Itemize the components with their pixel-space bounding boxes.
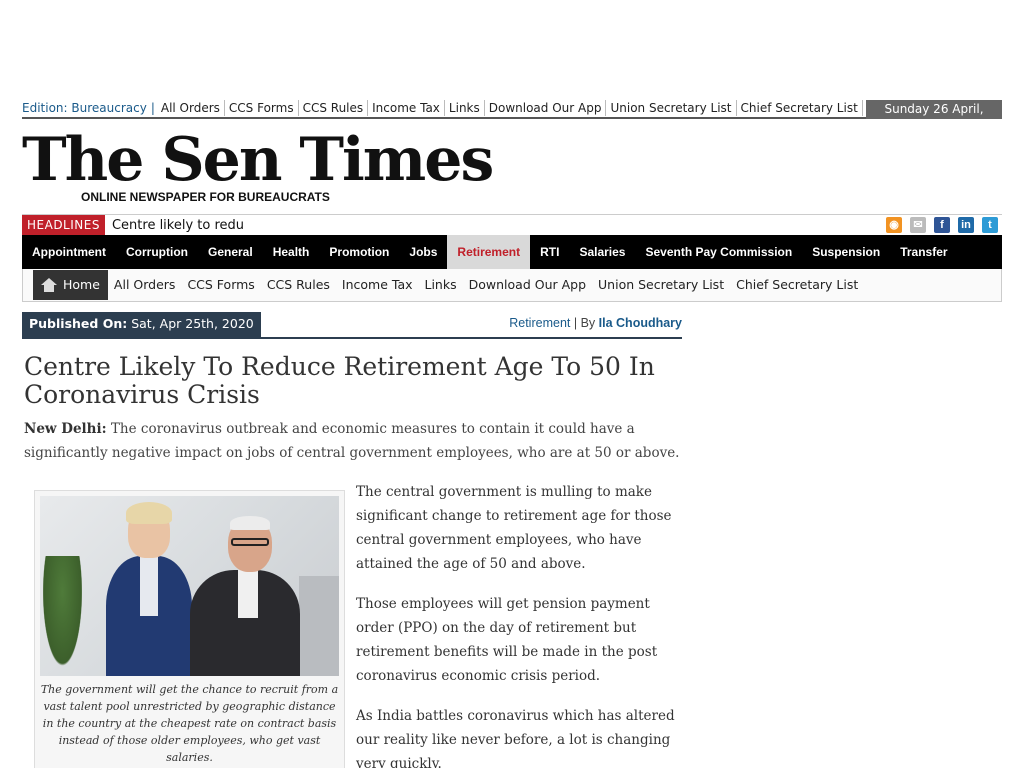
subnav-ccs-forms[interactable]: CCS Forms — [181, 270, 260, 300]
subnav-all-orders[interactable]: All Orders — [108, 270, 182, 300]
top-link-income-tax[interactable]: Income Tax — [368, 100, 445, 116]
rss-icon[interactable]: ◉ — [886, 217, 902, 233]
subnav-chief-secretary[interactable]: Chief Secretary List — [730, 270, 864, 300]
site-logo[interactable]: The Sen Times ONLINE NEWSPAPER FOR BUREA… — [22, 128, 1002, 208]
nav-promotion[interactable]: Promotion — [319, 235, 399, 269]
subnav-home[interactable]: Home — [33, 270, 108, 300]
nav-salaries[interactable]: Salaries — [569, 235, 635, 269]
facebook-icon[interactable]: f — [934, 217, 950, 233]
sub-nav: Home All Orders CCS Forms CCS Rules Inco… — [22, 269, 1002, 302]
home-icon — [41, 278, 57, 292]
article-meta: Published On: Sat, Apr 25th, 2020 Retire… — [22, 312, 682, 339]
article-body: The central government is mulling to mak… — [356, 480, 676, 768]
subnav-ccs-rules[interactable]: CCS Rules — [261, 270, 336, 300]
dateline: New Delhi: — [24, 421, 107, 437]
nav-seventh-pay-commission[interactable]: Seventh Pay Commission — [635, 235, 802, 269]
article-figure: The government will get the chance to re… — [34, 490, 345, 768]
top-link-download-app[interactable]: Download Our App — [485, 100, 607, 116]
site-tagline: ONLINE NEWSPAPER FOR BUREAUCRATS — [81, 190, 330, 204]
body-paragraph: As India battles coronavirus which has a… — [356, 708, 675, 768]
article-lead: New Delhi: The coronavirus outbreak and … — [24, 417, 684, 465]
article-category-link[interactable]: Retirement — [509, 316, 570, 330]
mail-icon[interactable]: ✉ — [910, 217, 926, 233]
nav-suspension[interactable]: Suspension — [802, 235, 890, 269]
nav-transfer[interactable]: Transfer — [890, 235, 957, 269]
nav-health[interactable]: Health — [263, 235, 320, 269]
article-title: Centre Likely To Reduce Retirement Age T… — [24, 352, 655, 409]
nav-retirement[interactable]: Retirement — [447, 235, 531, 269]
article-photo[interactable] — [40, 496, 339, 676]
headlines-bar: HEADLINES Centre likely to redu ◉ ✉ f in… — [22, 214, 1002, 236]
category-author: Retirement | By Ila Choudhary — [509, 316, 682, 337]
top-link-chief-secretary[interactable]: Chief Secretary List — [737, 100, 863, 116]
top-link-union-secretary[interactable]: Union Secretary List — [606, 100, 737, 116]
lead-text: The coronavirus outbreak and economic me… — [24, 421, 680, 461]
twitter-icon[interactable]: t — [982, 217, 998, 233]
top-links-bar: Edition: Bureaucracy | All Orders CCS Fo… — [22, 100, 1002, 135]
subnav-home-label: Home — [63, 277, 100, 292]
nav-appointment[interactable]: Appointment — [22, 235, 116, 269]
top-link-ccs-forms[interactable]: CCS Forms — [225, 100, 299, 116]
body-paragraph: Those employees will get pension payment… — [356, 596, 658, 684]
subnav-download-app[interactable]: Download Our App — [463, 270, 592, 300]
top-link-ccs-rules[interactable]: CCS Rules — [299, 100, 369, 116]
nav-rti[interactable]: RTI — [530, 235, 569, 269]
published-date: Sat, Apr 25th, 2020 — [131, 316, 254, 331]
published-info: Published On: Sat, Apr 25th, 2020 — [22, 312, 261, 337]
nav-jobs[interactable]: Jobs — [399, 235, 447, 269]
subnav-union-secretary[interactable]: Union Secretary List — [592, 270, 730, 300]
published-label: Published On: — [29, 316, 128, 331]
headlines-ticker[interactable]: Centre likely to redu — [105, 218, 244, 233]
photo-caption: The government will get the chance to re… — [40, 683, 339, 764]
site-name: The Sen Times — [22, 125, 494, 195]
top-link-links[interactable]: Links — [445, 100, 485, 116]
category-nav: Appointment Corruption General Health Pr… — [22, 235, 1002, 269]
top-links: Edition: Bureaucracy | All Orders CCS Fo… — [22, 100, 863, 116]
top-link-all-orders[interactable]: All Orders — [157, 100, 225, 116]
edition-link[interactable]: Edition: Bureaucracy — [22, 100, 151, 116]
subnav-income-tax[interactable]: Income Tax — [336, 270, 419, 300]
by-label: | By — [573, 316, 596, 330]
author-link[interactable]: Ila Choudhary — [599, 316, 682, 330]
linkedin-icon[interactable]: in — [958, 217, 974, 233]
nav-corruption[interactable]: Corruption — [116, 235, 198, 269]
social-icons: ◉ ✉ f in t — [886, 217, 1002, 233]
nav-general[interactable]: General — [198, 235, 263, 269]
current-date: Sunday 26 April, 2020 — [866, 100, 1002, 135]
body-paragraph: The central government is mulling to mak… — [356, 484, 672, 572]
subnav-links[interactable]: Links — [419, 270, 463, 300]
headlines-label: HEADLINES — [22, 214, 105, 236]
